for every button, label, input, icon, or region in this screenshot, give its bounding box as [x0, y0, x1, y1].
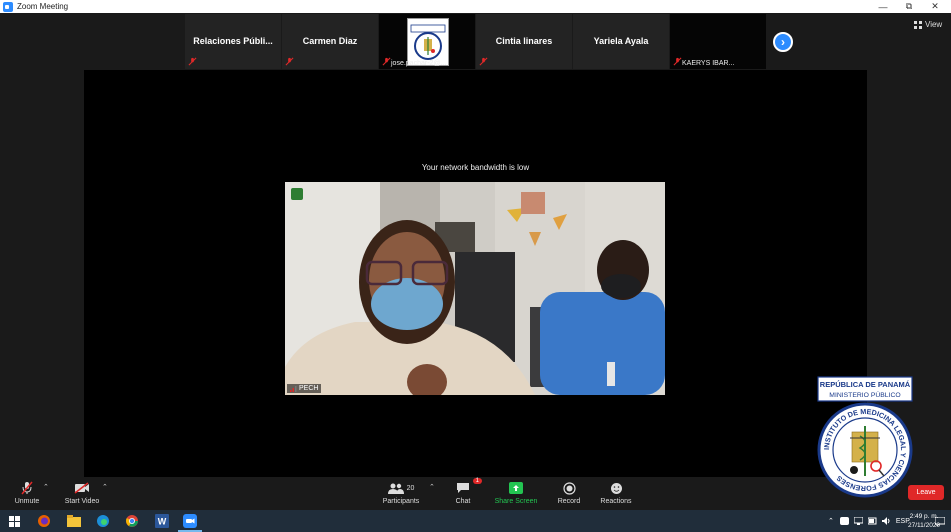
- muted-mic-icon: [285, 57, 294, 66]
- speaker-video[interactable]: PECH: [285, 182, 665, 395]
- close-icon[interactable]: ✕: [923, 0, 947, 13]
- participant-tile[interactable]: jose.pachar-2@...: [379, 14, 475, 69]
- emblem-line-2: MINISTERIO PÚBLICO: [829, 390, 900, 399]
- zoom-logo-icon: [3, 1, 13, 12]
- record-button[interactable]: Record: [556, 480, 582, 505]
- participant-tile[interactable]: Carmen Diaz: [282, 14, 378, 69]
- unmute-label: Unmute: [14, 498, 40, 505]
- view-button[interactable]: View: [914, 20, 942, 29]
- gallery-strip: Relaciones Públi... Carmen Diaz jose.pac…: [185, 14, 766, 69]
- participant-name: Carmen Diaz: [302, 36, 358, 46]
- video-off-icon: [74, 482, 89, 494]
- zoom-window: Zoom Meeting — ⧉ ✕ Relaciones Públi... C…: [0, 0, 951, 532]
- system-tray: ⌃ ESP: [828, 510, 910, 532]
- participant-name: Yariela Ayala: [593, 36, 649, 46]
- start-video-button[interactable]: Start Video: [62, 480, 102, 505]
- share-screen-icon: [509, 482, 523, 494]
- file-explorer-icon[interactable]: [66, 513, 82, 529]
- zoom-tray-icon[interactable]: [839, 517, 849, 525]
- notifications-icon[interactable]: [932, 513, 948, 529]
- participant-name: Cintia linares: [495, 36, 553, 46]
- share-screen-button[interactable]: Share Screen: [494, 480, 538, 505]
- chat-button[interactable]: 1 Chat: [450, 478, 482, 505]
- view-label: View: [925, 20, 943, 29]
- reactions-label: Reactions: [600, 498, 632, 505]
- muted-mic-icon: [188, 57, 197, 66]
- active-speaker-stage: Your network bandwidth is low PECH: [84, 70, 867, 477]
- tray-expand-chevron-icon[interactable]: ⌃: [828, 517, 834, 525]
- unmute-button[interactable]: Unmute: [12, 480, 42, 505]
- chat-label: Chat: [455, 498, 471, 505]
- muted-mic-icon: [21, 481, 33, 495]
- zoom-taskbar-icon[interactable]: [178, 513, 202, 532]
- meeting-controls: Unmute ⌃ Start Video ⌃ 20 Participants ⌃…: [0, 477, 951, 510]
- record-icon: [562, 481, 576, 495]
- participant-caption: KAERYS IBAR...: [682, 60, 735, 67]
- volume-icon[interactable]: [881, 517, 891, 525]
- chat-unread-badge: 1: [472, 478, 482, 484]
- start-windows-icon[interactable]: [6, 513, 22, 529]
- participants-label: Participants: [382, 498, 420, 505]
- emblem-line-1: REPÚBLICA DE PANAMÁ: [820, 380, 911, 389]
- battery-icon[interactable]: [867, 517, 877, 525]
- participants-button[interactable]: 20 Participants: [380, 480, 422, 505]
- muted-mic-icon: [382, 57, 391, 66]
- firefox-icon[interactable]: [36, 513, 52, 529]
- speaker-name: PECH: [299, 385, 319, 392]
- institute-logo-icon: [410, 24, 446, 60]
- participants-options-chevron-icon[interactable]: ⌃: [429, 483, 435, 491]
- chat-icon: [457, 483, 469, 493]
- video-options-chevron-icon[interactable]: ⌃: [102, 483, 108, 491]
- window-title: Zoom Meeting: [17, 2, 69, 11]
- security-shield-icon: [291, 188, 303, 200]
- participant-profile-logo: [407, 18, 449, 66]
- participant-tile[interactable]: Cintia linares: [476, 14, 572, 69]
- video-frame: [285, 182, 665, 395]
- restore-icon[interactable]: ⧉: [897, 0, 921, 13]
- network-icon[interactable]: [853, 517, 863, 525]
- windows-taskbar: W ⌃ ESP 2:49 p. m. 27/11/2020: [0, 510, 951, 532]
- participants-count: 20: [406, 484, 415, 492]
- grid-icon: [914, 20, 922, 29]
- bandwidth-notice: Your network bandwidth is low: [421, 163, 530, 172]
- muted-mic-icon: [479, 57, 488, 66]
- minimize-icon[interactable]: —: [871, 0, 895, 13]
- participant-caption: jose.pachar-2@...: [391, 60, 447, 67]
- participants-icon: [387, 483, 404, 494]
- start-video-label: Start Video: [64, 498, 100, 505]
- share-screen-label: Share Screen: [494, 498, 538, 505]
- audio-options-chevron-icon[interactable]: ⌃: [43, 483, 49, 491]
- word-icon[interactable]: W: [154, 513, 170, 529]
- next-page-button[interactable]: ›: [773, 32, 793, 52]
- reactions-button[interactable]: Reactions: [598, 480, 634, 505]
- participant-tile[interactable]: KAERYS IBAR...: [670, 14, 766, 69]
- reactions-smiley-icon: [610, 482, 622, 494]
- signal-strength-icon: [290, 385, 297, 392]
- institute-emblem: REPÚBLICA DE PANAMÁ MINISTERIO PÚBLICO I…: [817, 376, 913, 498]
- participant-name: Relaciones Públi...: [193, 36, 273, 46]
- participant-tile[interactable]: Relaciones Públi...: [185, 14, 281, 69]
- participant-tile[interactable]: Yariela Ayala: [573, 14, 669, 69]
- record-label: Record: [557, 498, 581, 505]
- title-bar: Zoom Meeting — ⧉ ✕: [0, 0, 951, 13]
- muted-mic-icon: [673, 57, 682, 66]
- edge-icon[interactable]: [95, 513, 111, 529]
- speaker-name-tag: PECH: [287, 384, 322, 393]
- svg-text:W: W: [158, 517, 167, 527]
- chrome-icon[interactable]: [124, 513, 140, 529]
